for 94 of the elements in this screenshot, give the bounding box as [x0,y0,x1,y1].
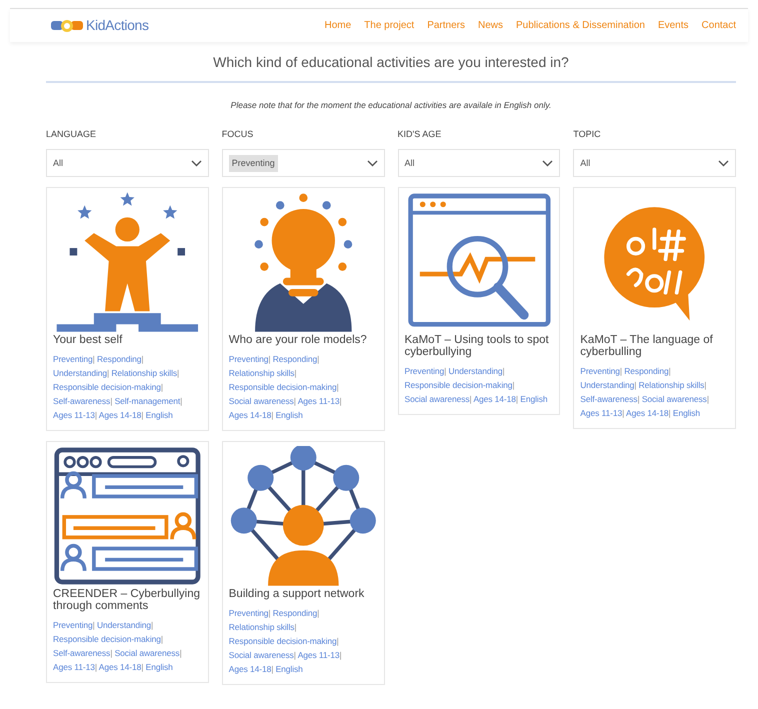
filter-dropdown[interactable]: All [398,149,560,178]
dropdown-value: All [404,156,415,170]
filter-label: TOPIC [573,128,602,141]
tag-link[interactable]: Ages 11-13 [298,650,340,660]
tag-link[interactable]: Understanding [580,380,634,390]
tag-link[interactable]: Ages 14-18 [228,410,272,420]
page-heading: Which kind of educational activities are you interested in? [46,42,736,83]
logo-icon [50,18,84,34]
tag-link[interactable]: Social awareness [228,396,294,406]
filter-label: KID'S AGE [398,128,442,141]
chevron-down-icon [718,160,729,167]
card-title[interactable]: Building a support network [228,588,378,600]
tag-link[interactable]: Self-awareness [53,396,110,406]
tag-link[interactable]: Ages 11-13 [53,662,95,672]
tag-link[interactable]: Social awareness [642,394,707,404]
chevron-down-icon [366,160,378,167]
tag-list: Preventing| Responding| Understanding| Relationship skills| Responsible decision-making| Self-awareness| Self-management| Ages 11-13| Ages 14-18| English [53,352,202,422]
filter-label: LANGUAGE [46,128,98,141]
dropdown-value: Preventing [228,154,278,172]
tag-link[interactable]: Ages 14-18 [98,410,142,420]
tag-link[interactable]: Self-awareness [53,648,110,658]
tag-link[interactable]: English [520,394,548,404]
tag-list: Preventing| Responding| Understanding| Relationship skills| Self-awareness| Social awareness| Ages 11-13| Ages 14-18| English [580,364,729,420]
tag-link[interactable]: English [276,410,303,420]
tag-link[interactable]: Social awareness [114,648,180,658]
card-title[interactable]: Who are your role models? [228,334,378,346]
chevron-down-icon [542,160,554,167]
nav-link[interactable]: Home [324,18,352,33]
tag-link[interactable]: Responsible decision-making [53,634,161,644]
tag-link[interactable]: English [146,410,173,420]
activity-card[interactable]: KaMoT – The language of cyberbulling Preventing| Responding| Understanding| Relationship skills| Self-awareness| Social awareness| Ages 11-13| Ages 14-18| English [573,187,736,430]
tag-link[interactable]: Responsible decision-making [404,380,512,390]
nav-link[interactable]: Contact [702,18,736,33]
tag-link[interactable]: Responding [272,608,318,618]
filter-dropdown[interactable]: All [573,149,736,178]
tag-link[interactable]: Responsible decision-making [228,382,337,392]
activity-card[interactable]: KaMoT – Using tools to spot cyberbullying Preventing| Understanding| Responsible decision-making| Social awareness| Ages 14-18| English [398,187,560,416]
dropdown-value: All [580,156,590,170]
card-title[interactable]: KaMoT – The language of cyberbulling [580,334,729,358]
tag-link[interactable]: Responding [272,354,318,364]
tag-link[interactable]: Ages 14-18 [98,662,142,672]
tag-link[interactable]: Understanding [53,368,107,378]
chevron-down-icon [190,160,202,167]
tag-link[interactable]: Ages 14-18 [626,408,668,418]
filter-label: FOCUS [222,128,254,141]
activity-card[interactable]: Your best self Preventing| Responding| Understanding| Relationship skills| Responsible decision-making| Self-awareness| Self-management| Ages 11-13| Ages 14-18| English [46,187,209,432]
tag-link[interactable]: Ages 14-18 [473,394,516,404]
tag-link[interactable]: Self-awareness [580,394,638,404]
tag-link[interactable]: English [276,664,303,674]
filter-dropdown[interactable]: All [46,149,209,178]
tag-link[interactable]: Social awareness [404,394,470,404]
card-title[interactable]: CREENDER – Cyberbullying through comments [53,588,202,612]
tag-list: Preventing| Responding| Relationship skills| Responsible decision-making| Social awareness| Ages 11-13| Ages 14-18| English [228,606,378,676]
tag-link[interactable]: Ages 11-13 [298,396,340,406]
tag-link[interactable]: Preventing [404,366,444,376]
tag-link[interactable]: Responding [97,354,142,364]
filter-dropdown[interactable]: Preventing [222,149,384,178]
logo-text[interactable]: KidActions [86,15,149,36]
tag-link[interactable]: Preventing [53,620,93,630]
tag-link[interactable]: Understanding [448,366,503,376]
tag-list: Preventing| Responding| Relationship skills| Responsible decision-making| Social awareness| Ages 11-13| Ages 14-18| English [228,352,378,422]
nav-link[interactable]: Partners [427,18,465,33]
tag-link[interactable]: Understanding [97,620,152,630]
nav-link[interactable]: News [478,18,503,33]
tag-link[interactable]: Relationship skills [228,368,294,378]
tag-link[interactable]: Preventing [228,354,268,364]
dropdown-value: All [53,156,64,170]
tag-link[interactable]: Ages 11-13 [53,410,95,420]
tag-link[interactable]: Responsible decision-making [53,382,161,392]
language-note: Please note that for the moment the educational activities are availale in English only. [230,99,552,112]
tag-link[interactable]: Responsible decision-making [228,636,337,646]
tag-link[interactable]: Preventing [53,354,93,364]
tag-link[interactable]: Relationship skills [228,622,294,632]
tag-link[interactable]: Social awareness [228,650,294,660]
nav-link[interactable]: The project [364,18,414,33]
tag-link[interactable]: Preventing [580,366,620,376]
card-title[interactable]: Your best self [53,334,202,346]
tag-link[interactable]: Self-management [114,396,180,406]
tag-link[interactable]: Preventing [228,608,268,618]
tag-link[interactable]: English [672,408,700,418]
activity-card[interactable]: Who are your role models? Preventing| Responding| Relationship skills| Responsible decision-making| Social awareness| Ages 11-13| Ages 14-18| English [222,187,384,432]
tag-link[interactable]: Ages 14-18 [228,664,272,674]
tag-link[interactable]: English [146,662,173,672]
activity-card[interactable]: Building a support network Preventing| Responding| Relationship skills| Responsible decision-making| Social awareness| Ages 11-13| Ages 14-18| English [222,441,384,686]
tag-link[interactable]: Relationship skills [111,368,178,378]
tag-list: Preventing| Understanding| Responsible decision-making| Social awareness| Ages 14-18| English [404,364,554,406]
activity-card[interactable]: CREENDER – Cyberbullying through comments Preventing| Understanding| Responsible decision-making| Self-awareness| Social awareness| Ages 11-13| Ages 14-18| English [46,441,209,684]
tag-link[interactable]: Ages 11-13 [580,408,622,418]
nav-link[interactable]: Publications & Dissemination [516,18,645,33]
tag-link[interactable]: Relationship skills [638,380,704,390]
tag-list: Preventing| Understanding| Responsible decision-making| Self-awareness| Social awareness| Ages 11-13| Ages 14-18| English [53,618,202,674]
card-title[interactable]: KaMoT – Using tools to spot cyberbullying [404,334,554,358]
nav-link[interactable]: Events [658,18,689,33]
tag-link[interactable]: Responding [624,366,669,376]
